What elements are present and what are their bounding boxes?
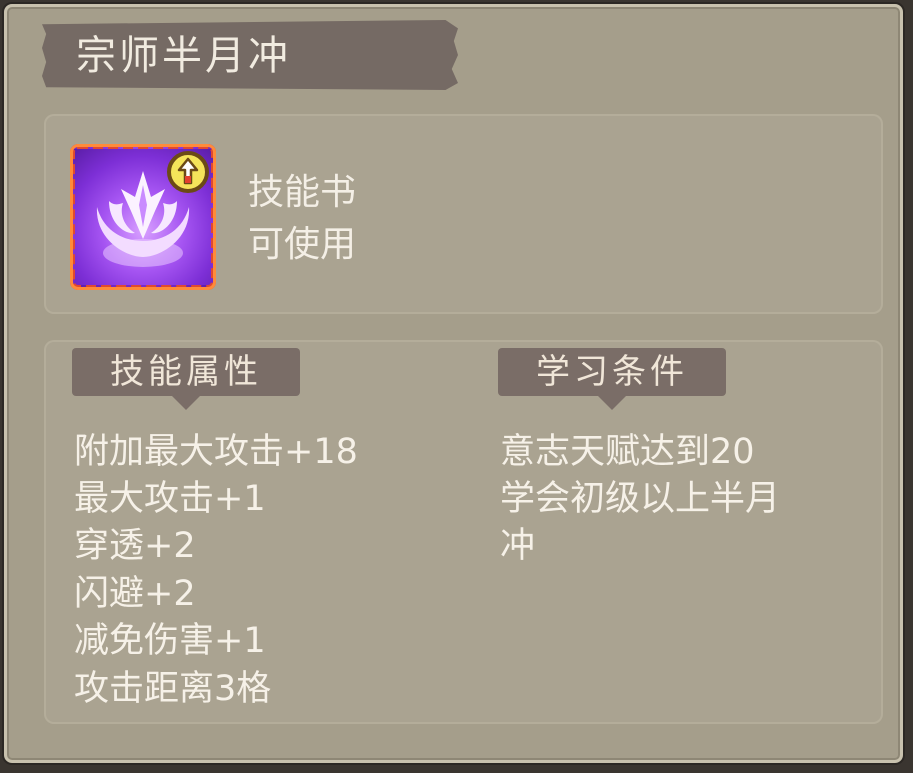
- requirement-line: 冲: [500, 526, 536, 566]
- attribute-line: 减免伤害+1: [74, 621, 266, 661]
- attribute-line: 攻击距离3格: [74, 669, 272, 709]
- learning-requirements-header: 学习条件: [498, 348, 726, 410]
- requirement-line: 意志天赋达到20: [500, 432, 755, 472]
- item-usable-status: 可使用: [248, 224, 357, 265]
- attribute-line: 穿透+2: [74, 526, 196, 566]
- item-type: 技能书: [248, 172, 357, 213]
- requirement-line: 学会初级以上半月: [500, 479, 781, 519]
- item-title: 宗师半月冲: [76, 33, 291, 79]
- attribute-line: 最大攻击+1: [74, 479, 266, 519]
- attribute-line: 闪避+2: [74, 574, 196, 614]
- attribute-line: 附加最大攻击+18: [74, 432, 358, 472]
- upgrade-arrow-icon: [166, 150, 210, 194]
- skill-attributes-header: 技能属性: [72, 348, 300, 410]
